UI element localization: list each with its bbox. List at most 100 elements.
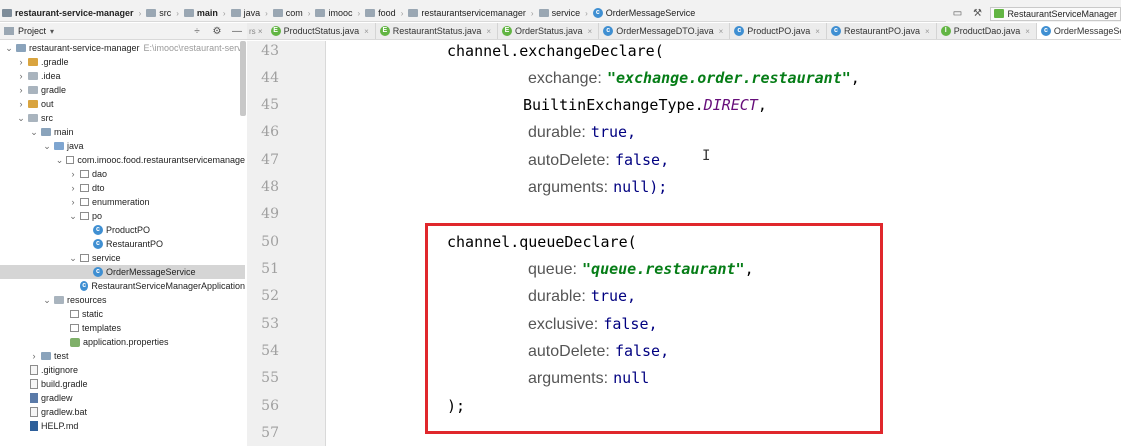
- param-hint: exchange:: [528, 70, 602, 87]
- minimize-icon[interactable]: —: [227, 26, 247, 37]
- tree-item-dto[interactable]: › dto: [0, 181, 245, 195]
- package-icon: [80, 198, 89, 206]
- folder-icon: [315, 9, 326, 17]
- tab-orderstatus[interactable]: E OrderStatus.java ×: [498, 23, 600, 39]
- breadcrumb-item[interactable]: › restaurantservicemanager: [396, 8, 526, 18]
- code-line-52[interactable]: durable: true,: [528, 284, 636, 308]
- class-icon: c: [603, 26, 614, 36]
- tree-item-gradle-dir[interactable]: › .gradle: [0, 55, 245, 69]
- gutter-divider: [325, 41, 326, 446]
- tab-productstatus[interactable]: E ProductStatus.java ×: [267, 23, 376, 39]
- tab-restaurantpo[interactable]: c RestaurantPO.java ×: [827, 23, 937, 39]
- code-punct: ,: [744, 260, 754, 278]
- breadcrumb-item[interactable]: › service: [526, 8, 580, 18]
- param-hint: durable:: [528, 124, 586, 141]
- close-icon[interactable]: ×: [719, 27, 724, 36]
- package-icon: [66, 156, 75, 164]
- tree-item-gradlew-bat[interactable]: gradlew.bat: [0, 405, 245, 419]
- breadcrumb-item[interactable]: › java: [218, 8, 260, 18]
- folder-icon: [183, 9, 194, 17]
- breadcrumb-item[interactable]: restaurant-service-manager: [2, 8, 134, 18]
- code-line-51[interactable]: queue: "queue.restaurant",: [528, 257, 754, 281]
- gear-icon[interactable]: ⚙: [207, 26, 227, 37]
- tree-item-build-gradle[interactable]: build.gradle: [0, 377, 245, 391]
- tree-item-service[interactable]: ⌄ service: [0, 251, 245, 265]
- chevron-right-icon: ›: [176, 8, 179, 18]
- breadcrumb-item[interactable]: › com: [260, 8, 303, 18]
- tree-item-out[interactable]: › out: [0, 97, 245, 111]
- tree-item-test[interactable]: › test: [0, 349, 245, 363]
- code-line-48[interactable]: arguments: null);: [528, 175, 667, 199]
- tree-item-src[interactable]: ⌄ src: [0, 111, 245, 125]
- project-icon: [4, 27, 14, 35]
- folder-icon: [28, 72, 38, 80]
- code-line-55[interactable]: arguments: null: [528, 366, 649, 390]
- breadcrumb-item[interactable]: › src: [134, 8, 172, 18]
- close-icon[interactable]: ×: [588, 27, 593, 36]
- tree-item-help-md[interactable]: HELP.md: [0, 419, 245, 433]
- tab-restaurantstatus[interactable]: E RestaurantStatus.java ×: [376, 23, 499, 39]
- tree-item-java[interactable]: ⌄ java: [0, 139, 245, 153]
- line-number: 57: [261, 425, 279, 441]
- gradle-file-icon: [30, 379, 38, 389]
- enum-constant: DIRECT: [703, 96, 758, 114]
- close-icon[interactable]: ×: [815, 27, 820, 36]
- tree-item-po[interactable]: ⌄ po: [0, 209, 245, 223]
- code-line-50[interactable]: channel.queueDeclare(: [447, 230, 637, 254]
- close-icon[interactable]: ×: [925, 27, 930, 36]
- tab-ordermessageservice[interactable]: cOrderMessageService.j: [1036, 23, 1121, 39]
- tree-item-root[interactable]: ⌄ restaurant-service-manager E:\imooc\rest…: [0, 41, 245, 55]
- code-line-47[interactable]: autoDelete: false,: [528, 148, 669, 172]
- build-hammer-icon[interactable]: ⚒: [970, 8, 984, 20]
- terminal-file-icon: [30, 393, 38, 403]
- code-line-53[interactable]: exclusive: false,: [528, 312, 658, 336]
- enum-icon: E: [270, 26, 281, 36]
- tree-item-application-properties[interactable]: application.properties: [0, 335, 245, 349]
- tab-overflow[interactable]: rs ×: [247, 27, 267, 36]
- close-icon[interactable]: ×: [364, 27, 369, 36]
- code-line-45[interactable]: BuiltinExchangeType.DIRECT,: [523, 93, 767, 117]
- close-icon[interactable]: ×: [1025, 27, 1030, 36]
- code-line-43[interactable]: channel.exchangeDeclare(: [447, 39, 664, 63]
- layout-icon[interactable]: ▭: [950, 8, 964, 20]
- chevron-down-icon: ⌄: [69, 252, 77, 263]
- folder-icon: [70, 324, 79, 332]
- tree-item-idea[interactable]: › .idea: [0, 69, 245, 83]
- tree-item-main[interactable]: ⌄ main: [0, 125, 245, 139]
- collapse-all-icon[interactable]: ÷: [187, 26, 207, 37]
- tree-item-enummeration[interactable]: › enummeration: [0, 195, 245, 209]
- tree-item-productpo[interactable]: c ProductPO: [0, 223, 245, 237]
- keyword: false,: [614, 151, 670, 169]
- tree-item-package[interactable]: ⌄ com.imooc.food.restaurantservicemanage: [0, 153, 245, 167]
- chevron-down-icon[interactable]: ▾: [50, 27, 54, 36]
- tree-item-resources[interactable]: ⌄ resources: [0, 293, 245, 307]
- chevron-right-icon: ›: [265, 8, 268, 18]
- breadcrumb-item[interactable]: › c OrderMessageService: [580, 8, 695, 18]
- tree-item-templates[interactable]: templates: [0, 321, 245, 335]
- tree-item-gradle[interactable]: › gradle: [0, 83, 245, 97]
- tree-item-gitignore[interactable]: .gitignore: [0, 363, 245, 377]
- file-icon: [30, 365, 38, 375]
- run-configuration-select[interactable]: RestaurantServiceManager: [990, 6, 1121, 21]
- chevron-down-icon: ⌄: [17, 112, 25, 123]
- tab-ordermessagedto[interactable]: c OrderMessageDTO.java ×: [599, 23, 731, 39]
- code-line-56[interactable]: );: [447, 394, 465, 418]
- chevron-down-icon: ⌄: [43, 140, 51, 151]
- code-line-46[interactable]: durable: true,: [528, 120, 636, 144]
- tab-productdao[interactable]: I ProductDao.java ×: [937, 23, 1037, 39]
- tree-item-restaurantpo[interactable]: c RestaurantPO: [0, 237, 245, 251]
- tree-item-gradlew[interactable]: gradlew: [0, 391, 245, 405]
- tree-item-static[interactable]: static: [0, 307, 245, 321]
- tree-item-application[interactable]: c RestaurantServiceManagerApplication: [0, 279, 245, 293]
- breadcrumb-item[interactable]: › imooc: [303, 8, 353, 18]
- tree-item-dao[interactable]: › dao: [0, 167, 245, 181]
- tree-scrollbar[interactable]: [240, 41, 246, 116]
- breadcrumb-item[interactable]: › main: [171, 8, 218, 18]
- tree-item-ordermessageservice[interactable]: c OrderMessageService: [0, 265, 245, 279]
- project-view-select[interactable]: Project: [18, 26, 46, 36]
- close-icon[interactable]: ×: [486, 27, 491, 36]
- breadcrumb-item[interactable]: › food: [352, 8, 395, 18]
- code-line-54[interactable]: autoDelete: false,: [528, 339, 669, 363]
- tab-productpo[interactable]: c ProductPO.java ×: [730, 23, 827, 39]
- code-line-44[interactable]: exchange: "exchange.order.restaurant",: [528, 66, 860, 90]
